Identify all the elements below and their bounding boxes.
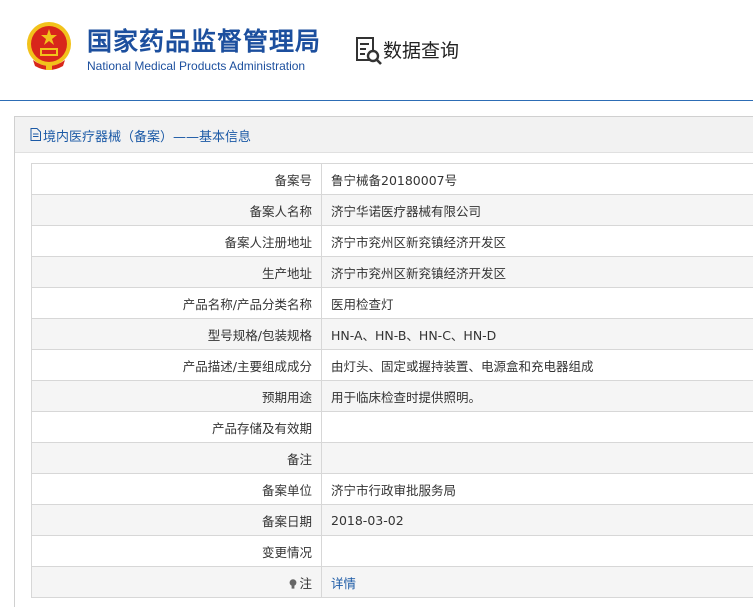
table-row: 预期用途 用于临床检查时提供照明。 xyxy=(31,380,753,412)
row-value: 医用检查灯 xyxy=(321,287,753,319)
org-name-en: National Medical Products Administration xyxy=(87,59,306,73)
row-value xyxy=(321,535,753,567)
table-row: 备注 xyxy=(31,442,753,474)
national-emblem-icon xyxy=(27,22,71,70)
table-row: 注 详情 xyxy=(31,566,753,598)
panel-title: 境内医疗器械（备案）——基本信息 xyxy=(43,130,252,145)
org-name-cn: 国家药品监督管理局 xyxy=(87,27,322,56)
row-value xyxy=(321,411,753,443)
document-icon xyxy=(30,128,41,141)
row-value: 由灯头、固定或握持装置、电源盒和充电器组成 xyxy=(321,349,753,381)
row-value: 用于临床检查时提供照明。 xyxy=(321,380,753,412)
table-row: 备案单位 济宁市行政审批服务局 xyxy=(31,473,753,505)
table-row: 备案人名称 济宁华诺医疗器械有限公司 xyxy=(31,194,753,226)
row-label: 备案日期 xyxy=(31,504,322,536)
table-row: 备案号 鲁宁械备20180007号 xyxy=(31,163,753,195)
row-value: 2018-03-02 xyxy=(321,504,753,536)
info-table: 备案号 鲁宁械备20180007号 备案人名称 济宁华诺医疗器械有限公司 备案人… xyxy=(31,163,753,598)
row-label: 产品名称/产品分类名称 xyxy=(31,287,322,319)
details-link[interactable]: 详情 xyxy=(331,576,356,591)
row-label: 预期用途 xyxy=(31,380,322,412)
bulb-icon xyxy=(290,578,297,589)
panel-title-bar: 境内医疗器械（备案）——基本信息 xyxy=(15,117,753,153)
row-label: 备案人名称 xyxy=(31,194,322,226)
row-value: 济宁市兖州区新兖镇经济开发区 xyxy=(321,225,753,257)
table-row: 产品描述/主要组成成分 由灯头、固定或握持装置、电源盒和充电器组成 xyxy=(31,349,753,381)
row-value xyxy=(321,442,753,474)
row-value: 济宁华诺医疗器械有限公司 xyxy=(321,194,753,226)
header-divider xyxy=(0,100,753,101)
row-label: 产品描述/主要组成成分 xyxy=(31,349,322,381)
row-label: 产品存储及有效期 xyxy=(31,411,322,443)
row-label: 备案号 xyxy=(31,163,322,195)
table-row: 产品名称/产品分类名称 医用检查灯 xyxy=(31,287,753,319)
table-row: 变更情况 xyxy=(31,535,753,567)
data-query-link[interactable]: 数据查询 xyxy=(383,36,459,63)
row-value: HN-A、HN-B、HN-C、HN-D xyxy=(321,318,753,350)
row-value-cell: 详情 xyxy=(321,566,753,598)
table-row: 生产地址 济宁市兖州区新兖镇经济开发区 xyxy=(31,256,753,288)
data-query-icon xyxy=(356,37,382,65)
row-label: 注 xyxy=(299,575,312,591)
row-value: 鲁宁械备20180007号 xyxy=(321,163,753,195)
row-label: 型号规格/包装规格 xyxy=(31,318,322,350)
table-row: 备案人注册地址 济宁市兖州区新兖镇经济开发区 xyxy=(31,225,753,257)
site-header: 国家药品监督管理局 National Medical Products Admi… xyxy=(0,0,753,100)
row-label: 变更情况 xyxy=(31,535,322,567)
row-label: 备案人注册地址 xyxy=(31,225,322,257)
row-label: 生产地址 xyxy=(31,256,322,288)
table-row: 产品存储及有效期 xyxy=(31,411,753,443)
note-label-cell: 注 xyxy=(31,566,322,598)
row-label: 备注 xyxy=(31,442,322,474)
table-row: 备案日期 2018-03-02 xyxy=(31,504,753,536)
row-value: 济宁市行政审批服务局 xyxy=(321,473,753,505)
row-label: 备案单位 xyxy=(31,473,322,505)
row-value: 济宁市兖州区新兖镇经济开发区 xyxy=(321,256,753,288)
info-panel: 境内医疗器械（备案）——基本信息 备案号 鲁宁械备20180007号 备案人名称… xyxy=(14,116,753,607)
table-row: 型号规格/包装规格 HN-A、HN-B、HN-C、HN-D xyxy=(31,318,753,350)
